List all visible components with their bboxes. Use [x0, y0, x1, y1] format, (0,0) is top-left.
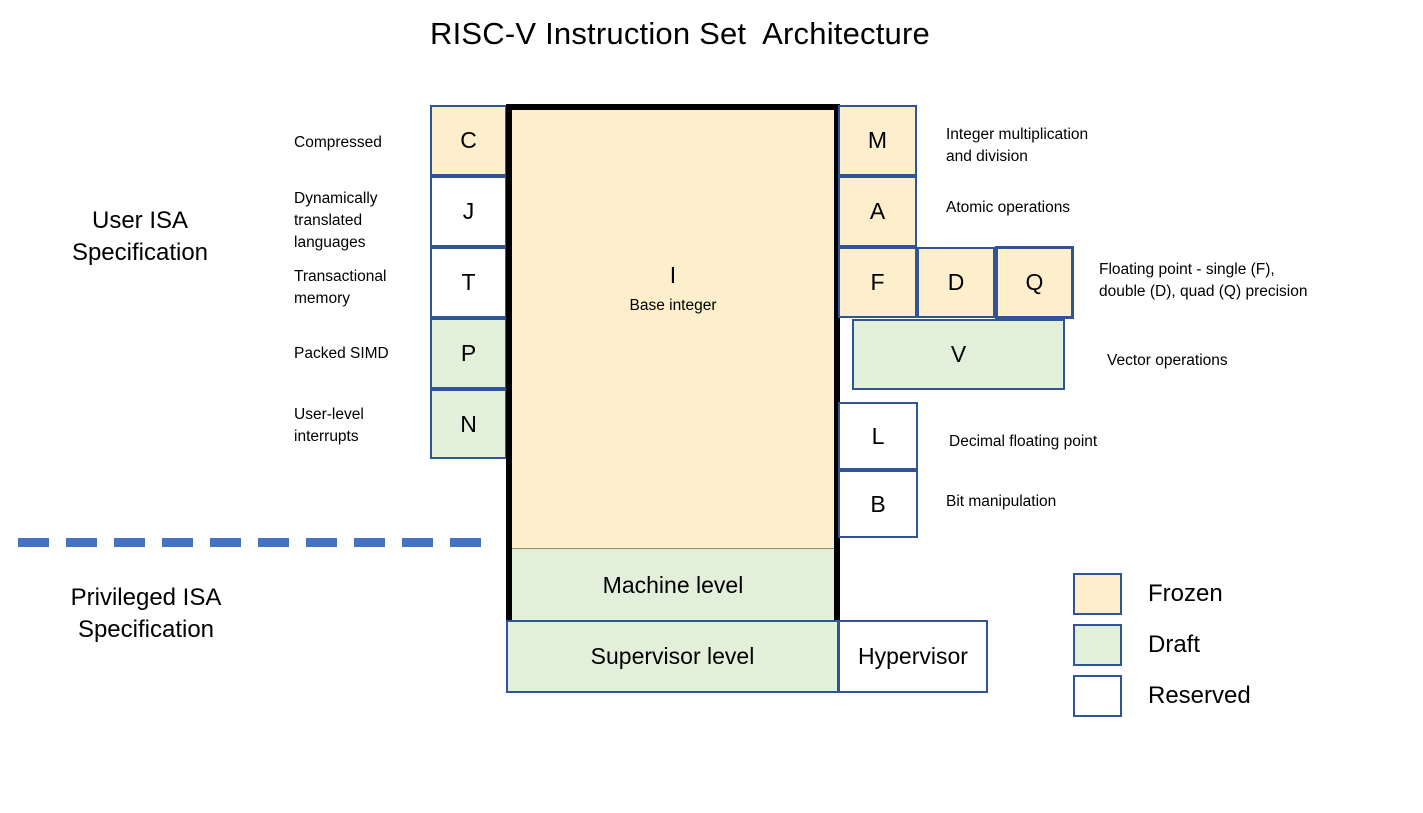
- note-floating-point: Floating point - single (F), double (D),…: [1099, 261, 1308, 300]
- note-compressed: Compressed: [294, 134, 382, 151]
- note-transactional-memory: Transactional memory: [294, 268, 387, 307]
- legend-swatch-draft: [1073, 623, 1122, 666]
- extension-box-v[interactable]: V: [852, 319, 1065, 390]
- extension-box-l[interactable]: L: [838, 402, 918, 470]
- note-integer-multiplication-division: Integer multiplication and division: [946, 126, 1089, 165]
- note-bit-manipulation: Bit manipulation: [946, 493, 1057, 510]
- note-dynamically-translated-languages: Dynamically translated languages: [294, 190, 378, 251]
- legend-label-reserved: Reserved: [1148, 681, 1251, 709]
- extension-box-b[interactable]: B: [838, 470, 918, 538]
- note-decimal-floating-point: Decimal floating point: [949, 433, 1098, 450]
- extension-box-t[interactable]: T: [430, 247, 507, 318]
- hypervisor-box[interactable]: Hypervisor: [838, 620, 988, 693]
- extension-box-j[interactable]: J: [430, 176, 507, 247]
- user-privileged-divider: [18, 538, 488, 547]
- legend-row-frozen: Frozen: [1073, 568, 1373, 619]
- machine-level-box[interactable]: Machine level: [512, 548, 834, 622]
- note-user-level-interrupts: User-level interrupts: [294, 406, 364, 445]
- legend-label-draft: Draft: [1148, 630, 1201, 658]
- extension-box-d[interactable]: D: [917, 247, 995, 318]
- legend-row-draft: Draft: [1073, 619, 1373, 670]
- legend-swatch-reserved: [1073, 674, 1122, 717]
- user-isa-section-label: User ISA Specification: [71, 207, 209, 266]
- core-letter-i: I: [669, 262, 677, 288]
- note-packed-simd: Packed SIMD: [294, 345, 389, 362]
- extension-box-f[interactable]: F: [838, 247, 917, 318]
- privileged-isa-section-label: Privileged ISA Specification: [70, 584, 222, 643]
- legend: Frozen Draft Reserved: [1073, 568, 1373, 721]
- extension-box-n[interactable]: N: [430, 389, 507, 459]
- core-subtitle-base-integer: Base integer: [629, 297, 717, 314]
- extension-box-c[interactable]: C: [430, 105, 507, 176]
- legend-label-frozen: Frozen: [1148, 579, 1223, 607]
- extension-box-m[interactable]: M: [838, 105, 917, 176]
- extension-box-q[interactable]: Q: [995, 246, 1074, 319]
- page-title: RISC-V Instruction Set Architecture: [430, 16, 930, 51]
- legend-swatch-frozen: [1073, 572, 1122, 615]
- diagram-canvas: RISC-V Instruction Set Architecture User…: [0, 0, 1423, 813]
- note-atomic-operations: Atomic operations: [946, 199, 1071, 216]
- note-vector-operations: Vector operations: [1107, 352, 1228, 369]
- extension-box-a[interactable]: A: [838, 176, 917, 247]
- supervisor-level-box[interactable]: Supervisor level: [506, 620, 839, 693]
- core-isa-frame: Machine level: [506, 104, 840, 622]
- legend-row-reserved: Reserved: [1073, 670, 1373, 721]
- extension-box-p[interactable]: P: [430, 318, 507, 389]
